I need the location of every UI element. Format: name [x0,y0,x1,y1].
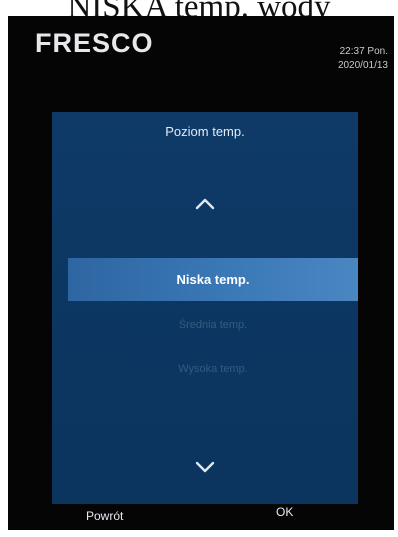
option-low-temp[interactable]: Niska temp. [68,258,358,301]
option-high-temp[interactable]: Wysoka temp. [68,362,358,376]
clock-date: 2020/01/13 [337,60,388,71]
device-display: FRESCO 22:37 Pon. 2020/01/13 Poziom temp… [8,16,394,530]
option-medium-temp[interactable]: Średnia temp. [68,318,358,332]
chevron-down-icon[interactable] [190,457,220,477]
brand-logo: FRESCO [35,28,154,58]
ok-button[interactable]: OK [276,505,293,519]
back-button[interactable]: Powrót [86,509,123,523]
clock-readout: 22:37 Pon. 2020/01/13 [338,45,388,73]
chevron-up-icon[interactable] [190,194,220,214]
clock-time: 22:37 Pon. [339,46,388,57]
panel-title: Poziom temp. [165,124,245,139]
temperature-level-panel: Poziom temp. Niska temp. Średnia temp. W… [52,112,358,523]
